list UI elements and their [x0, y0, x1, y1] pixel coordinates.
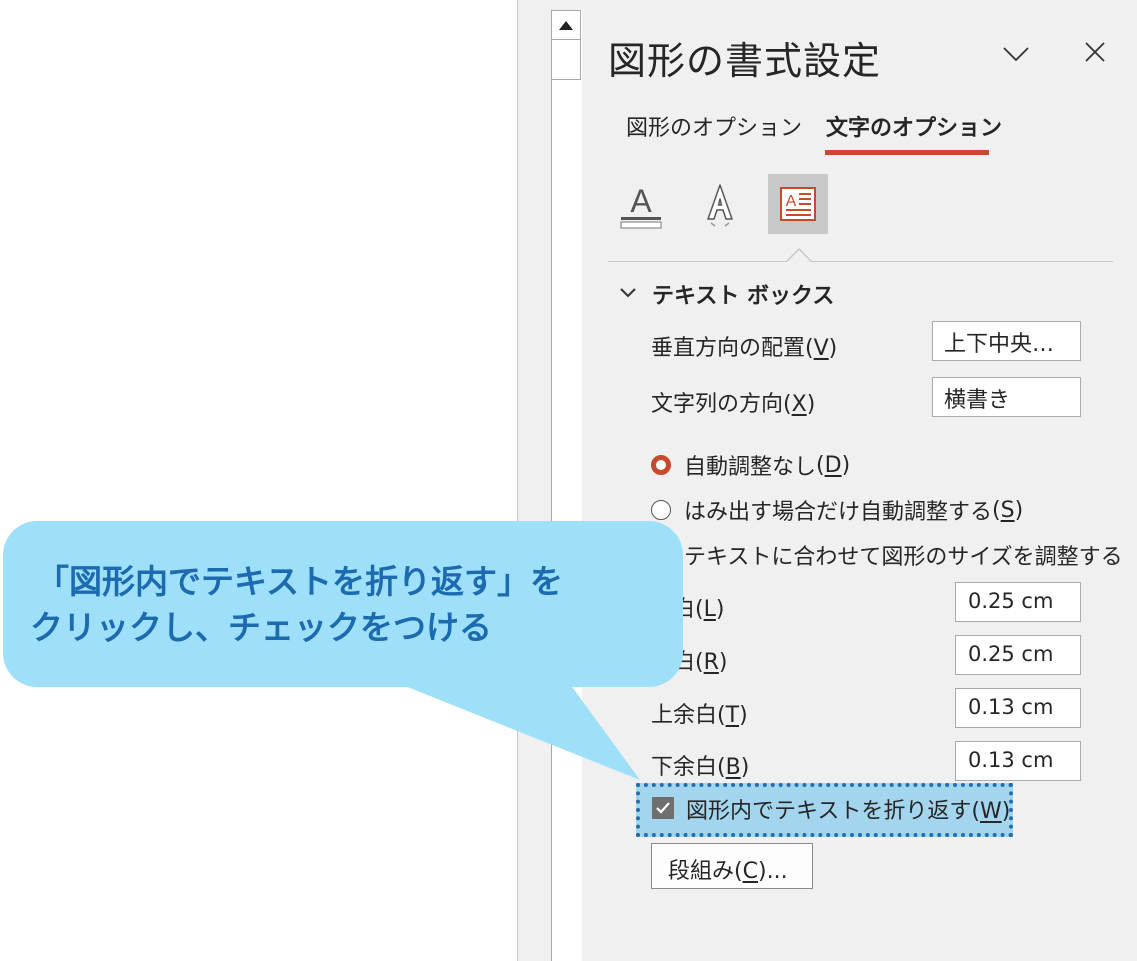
- chevron-down-icon: [620, 288, 636, 298]
- text-effects-icon: [707, 184, 733, 227]
- chevron-down-icon: [1003, 47, 1029, 61]
- bottom-margin-label-text: 下余白: [651, 755, 718, 780]
- right-margin-input[interactable]: 0.25 cm: [955, 635, 1081, 675]
- top-margin-label: 上余白(T): [651, 703, 748, 728]
- text-effects-button[interactable]: [690, 174, 750, 234]
- autofit-none-label: 自動調整なし: [684, 455, 817, 480]
- bottom-margin-accesskey: B: [725, 755, 741, 780]
- scrollbar-track[interactable]: [551, 10, 582, 961]
- tab-text-options[interactable]: 文字のオプション: [826, 110, 1002, 142]
- callout-text-line2: クリックし、チェックをつける: [30, 608, 492, 647]
- vertical-alignment-label: 垂直方向の配置(V): [651, 336, 838, 361]
- columns-button[interactable]: 段組み(C)...: [651, 843, 813, 889]
- task-pane-options-button[interactable]: [996, 36, 1036, 72]
- columns-button-label: 段組み: [668, 859, 735, 884]
- left-margin-accesskey: L: [703, 597, 716, 622]
- svg-text:A: A: [630, 183, 652, 219]
- text-direction-label-text: 文字列の方向: [651, 392, 784, 417]
- autofit-shrink-accesskey: S: [1000, 497, 1015, 523]
- section-collapse-toggle[interactable]: [620, 283, 636, 302]
- wrap-text-label[interactable]: 図形内でテキストを折り返す(W): [686, 793, 1010, 825]
- columns-button-ellipsis: ...: [766, 859, 788, 884]
- left-margin-input[interactable]: 0.25 cm: [955, 582, 1081, 622]
- section-divider: [608, 261, 1113, 262]
- vertical-alignment-select[interactable]: 上下中央…: [932, 321, 1081, 361]
- radio-unselected-icon: [651, 500, 671, 520]
- autofit-resize-label: テキストに合わせて図形のサイズを調整する: [684, 545, 1123, 570]
- autofit-shrink-label: はみ出す場合だけ自動調整する: [684, 500, 993, 525]
- text-direction-label: 文字列の方向(X): [651, 392, 816, 417]
- section-title-textbox[interactable]: テキスト ボックス: [652, 278, 834, 310]
- selected-category-pointer-fill: [787, 250, 811, 262]
- close-icon: [1085, 42, 1105, 62]
- autofit-shrink-option[interactable]: はみ出す場合だけ自動調整する(S): [651, 494, 1023, 526]
- autofit-none-option[interactable]: 自動調整なし(D): [651, 449, 850, 481]
- text-direction-select[interactable]: 横書き: [932, 377, 1081, 417]
- autofit-none-accesskey: D: [824, 452, 842, 478]
- vertical-alignment-label-text: 垂直方向の配置: [651, 336, 806, 361]
- top-margin-accesskey: T: [725, 703, 740, 728]
- wrap-text-checkbox[interactable]: [652, 797, 674, 819]
- autofit-resize-option[interactable]: テキストに合わせて図形のサイズを調整する: [651, 539, 1123, 571]
- textbox-layout-button[interactable]: A: [768, 174, 828, 234]
- svg-text:A: A: [786, 193, 797, 210]
- top-margin-input[interactable]: 0.13 cm: [955, 688, 1081, 728]
- right-margin-accesskey: R: [703, 650, 719, 675]
- callout-text-line1: 「図形内でテキストを折り返す」を: [36, 562, 564, 601]
- top-margin-label-text: 上余白: [651, 703, 718, 728]
- checkmark-icon: [656, 802, 670, 814]
- wrap-text-label-text: 図形内でテキストを折り返す: [686, 799, 972, 824]
- pane-title: 図形の書式設定: [608, 39, 882, 83]
- active-tab-indicator: [825, 150, 989, 155]
- bottom-margin-label: 下余白(B): [651, 755, 750, 780]
- columns-accesskey: C: [742, 859, 758, 884]
- vertical-alignment-accesskey: V: [813, 336, 829, 361]
- tab-shape-options[interactable]: 図形のオプション: [626, 110, 802, 142]
- scrollbar-thumb[interactable]: [551, 40, 581, 80]
- wrap-text-accesskey: W: [979, 799, 1002, 824]
- text-direction-accesskey: X: [791, 392, 807, 417]
- text-fill-outline-button[interactable]: A: [611, 174, 671, 234]
- arrow-up-icon: [559, 20, 573, 30]
- text-fill-outline-icon: A: [620, 183, 662, 229]
- radio-selected-icon: [651, 455, 671, 475]
- bottom-margin-input[interactable]: 0.13 cm: [955, 741, 1081, 781]
- close-pane-button[interactable]: [1075, 34, 1115, 70]
- textbox-layout-icon: A: [780, 187, 816, 221]
- scroll-up-button[interactable]: [551, 10, 581, 40]
